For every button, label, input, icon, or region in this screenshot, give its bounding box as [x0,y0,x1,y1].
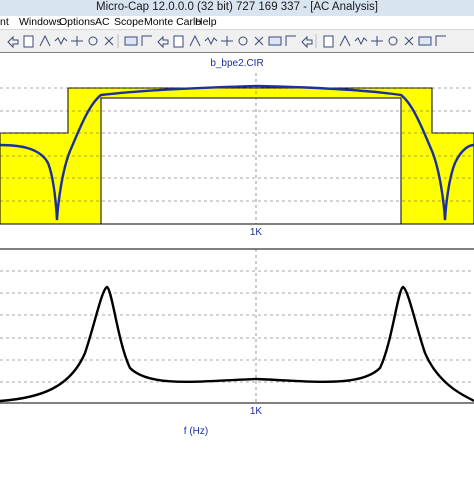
menu-ac[interactable]: AC [95,16,110,29]
menu-scope[interactable]: Scope [114,16,144,29]
ground-icon[interactable] [221,36,233,46]
plot-title: b_bpe2.CIR [210,58,263,69]
capacitor-icon[interactable] [173,35,184,48]
menu-component[interactable]: nt [0,16,9,29]
top-tick-label: 1K [250,227,263,238]
zoom-icon[interactable] [404,36,414,46]
cursor-icon[interactable] [124,36,138,46]
bottom-tick-label: 1K [250,406,263,417]
tile-h-icon[interactable] [339,34,351,47]
menu-options[interactable]: Options [59,16,95,29]
probe-icon[interactable] [301,35,313,49]
inductor-icon[interactable] [189,34,201,47]
pin-icon[interactable] [268,36,282,46]
cascade-icon[interactable] [371,36,383,46]
toolbar-icons [7,34,446,49]
tile-v-icon[interactable] [354,37,368,46]
chart-icon[interactable] [418,36,432,46]
table-icon[interactable] [435,35,446,46]
bottom-trace [0,285,474,403]
ac-analysis-chart: b_bpe2.CIR 1K 1K f (Hz) [0,58,474,437]
window-icon[interactable] [323,35,334,48]
resistor-icon[interactable] [157,35,169,49]
undo-icon[interactable] [7,35,19,49]
menu-windows[interactable]: Windows [19,16,62,29]
flag-icon[interactable] [254,36,264,46]
redo-icon[interactable] [23,35,34,48]
grid-icon[interactable] [388,36,398,46]
x-axis-label: f (Hz) [184,426,208,437]
copy-icon[interactable] [39,34,51,47]
text-icon[interactable] [285,35,296,46]
title-bar: Micro-Cap 12.0.0.0 (32 bit) 727 169 337 … [0,0,474,17]
diode-icon[interactable] [204,37,218,46]
cut-icon[interactable] [71,36,83,46]
menu-bar: nt Windows Options AC Scope Monte Carlo … [0,16,474,29]
toolbar [0,29,474,53]
top-panel [0,73,474,225]
node-icon[interactable] [238,36,248,46]
wire-icon[interactable] [141,35,152,46]
paste-icon[interactable] [54,37,68,46]
menu-help[interactable]: Help [195,16,217,29]
bottom-panel [0,248,474,404]
menu-monte-carlo[interactable]: Monte Carlo [144,16,201,29]
plot-area: b_bpe2.CIR 1K 1K f (Hz) [0,52,474,475]
delete-icon[interactable] [88,36,98,46]
window-title: Micro-Cap 12.0.0.0 (32 bit) 727 169 337 … [96,1,378,13]
find-icon[interactable] [104,36,114,46]
